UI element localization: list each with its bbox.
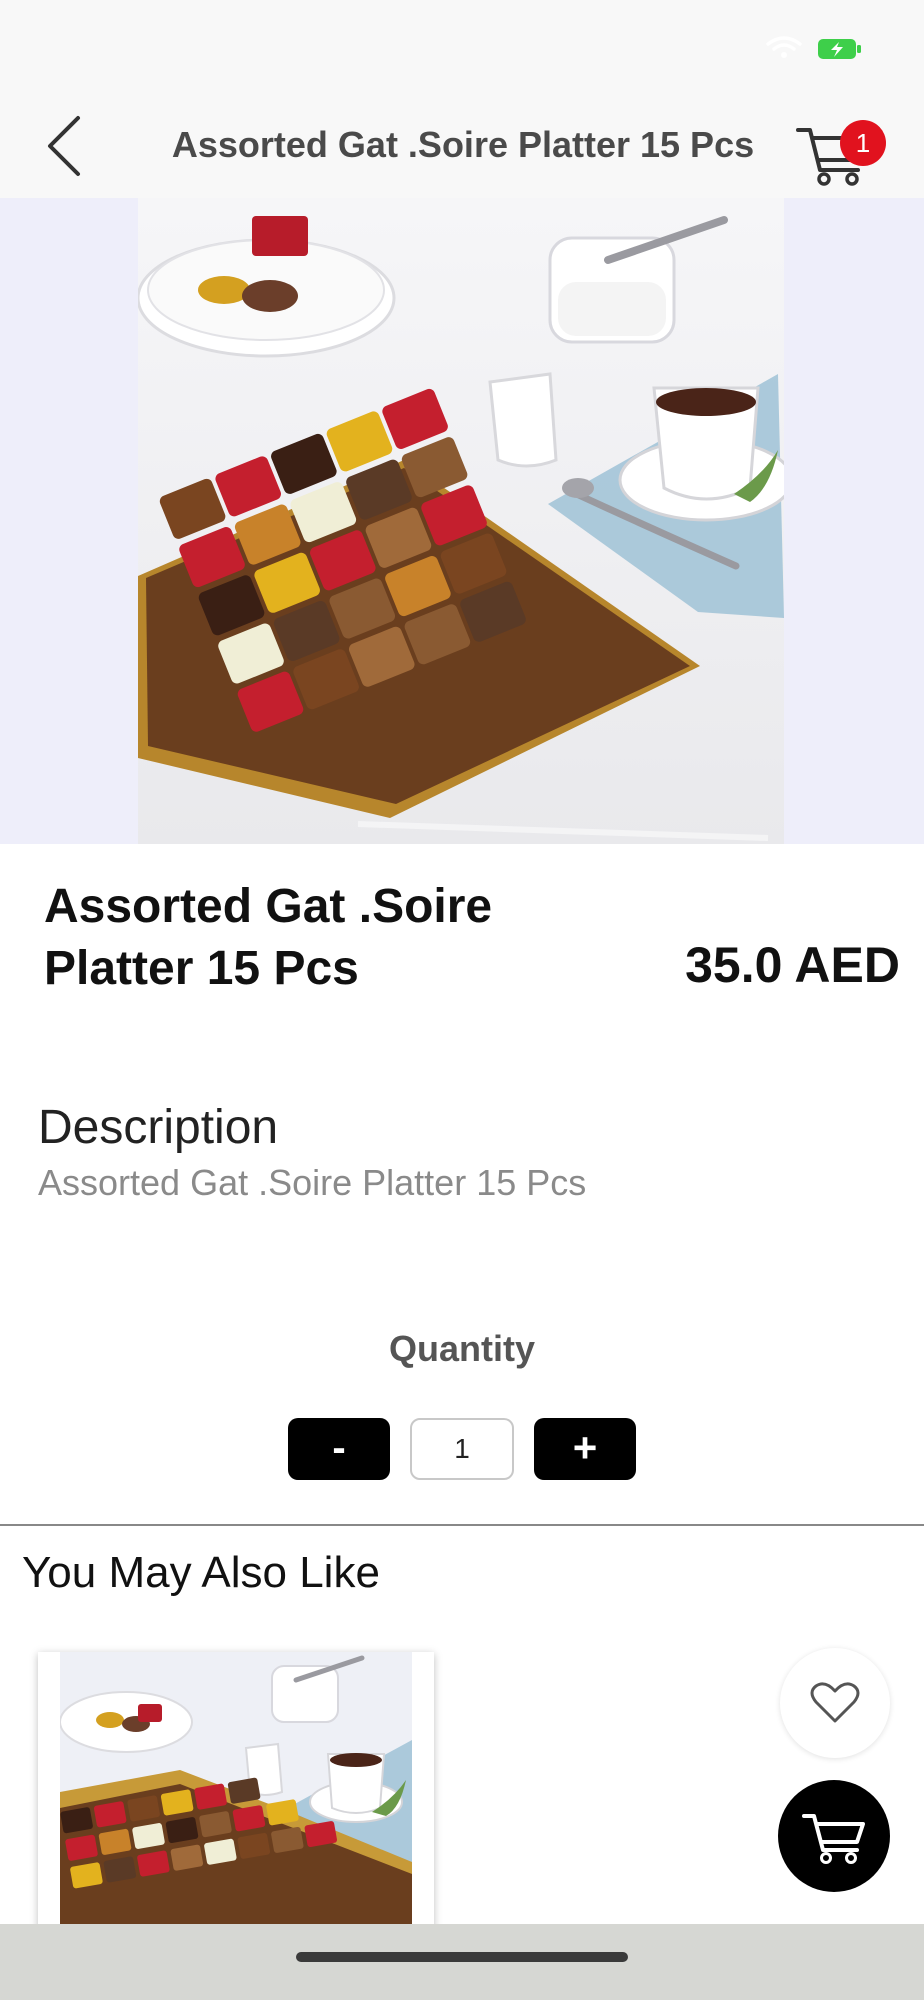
cart-button[interactable]: 1 (794, 116, 886, 188)
home-indicator[interactable] (296, 1952, 628, 1962)
back-button[interactable] (34, 110, 94, 182)
decrease-quantity-button[interactable]: - (288, 1418, 390, 1480)
product-image-area (0, 198, 924, 844)
product-price: 35.0 AED (685, 937, 900, 993)
battery-charging-icon (818, 39, 861, 59)
recommendations-heading: You May Also Like (22, 1548, 380, 1597)
status-bar: 7:36 (0, 0, 924, 96)
chevron-left-icon (48, 116, 80, 176)
cart-count-badge: 1 (840, 120, 886, 166)
quantity-label: Quantity (388, 1328, 535, 1369)
section-divider (0, 1524, 924, 1526)
add-to-cart-button[interactable] (778, 1780, 890, 1892)
increase-quantity-button[interactable]: + (534, 1418, 636, 1480)
recommended-product-image[interactable] (60, 1652, 412, 1932)
shopping-cart-icon (802, 1814, 865, 1864)
product-image (138, 198, 784, 844)
page-title: Assorted Gat .Soire Platter 15 Pcs (171, 124, 755, 165)
pastry-platter-photo (138, 198, 784, 844)
product-name: Assorted Gat .Soire Platter 15 Pcs (44, 880, 493, 995)
heart-outline-icon (810, 1682, 860, 1723)
description-text: Assorted Gat .Soire Platter 15 Pcs (38, 1162, 587, 1203)
header: Assorted Gat .Soire Platter 15 Pcs 1 (0, 96, 924, 198)
home-indicator-area (0, 1924, 924, 2000)
wishlist-button[interactable] (780, 1648, 890, 1758)
status-time: 7:36 (88, 28, 157, 66)
pastry-platter-photo (60, 1652, 412, 1932)
quantity-input[interactable]: 1 (410, 1418, 514, 1480)
recommended-product-card[interactable] (38, 1652, 434, 1932)
description-heading: Description (38, 1101, 279, 1154)
wifi-icon (766, 36, 802, 58)
